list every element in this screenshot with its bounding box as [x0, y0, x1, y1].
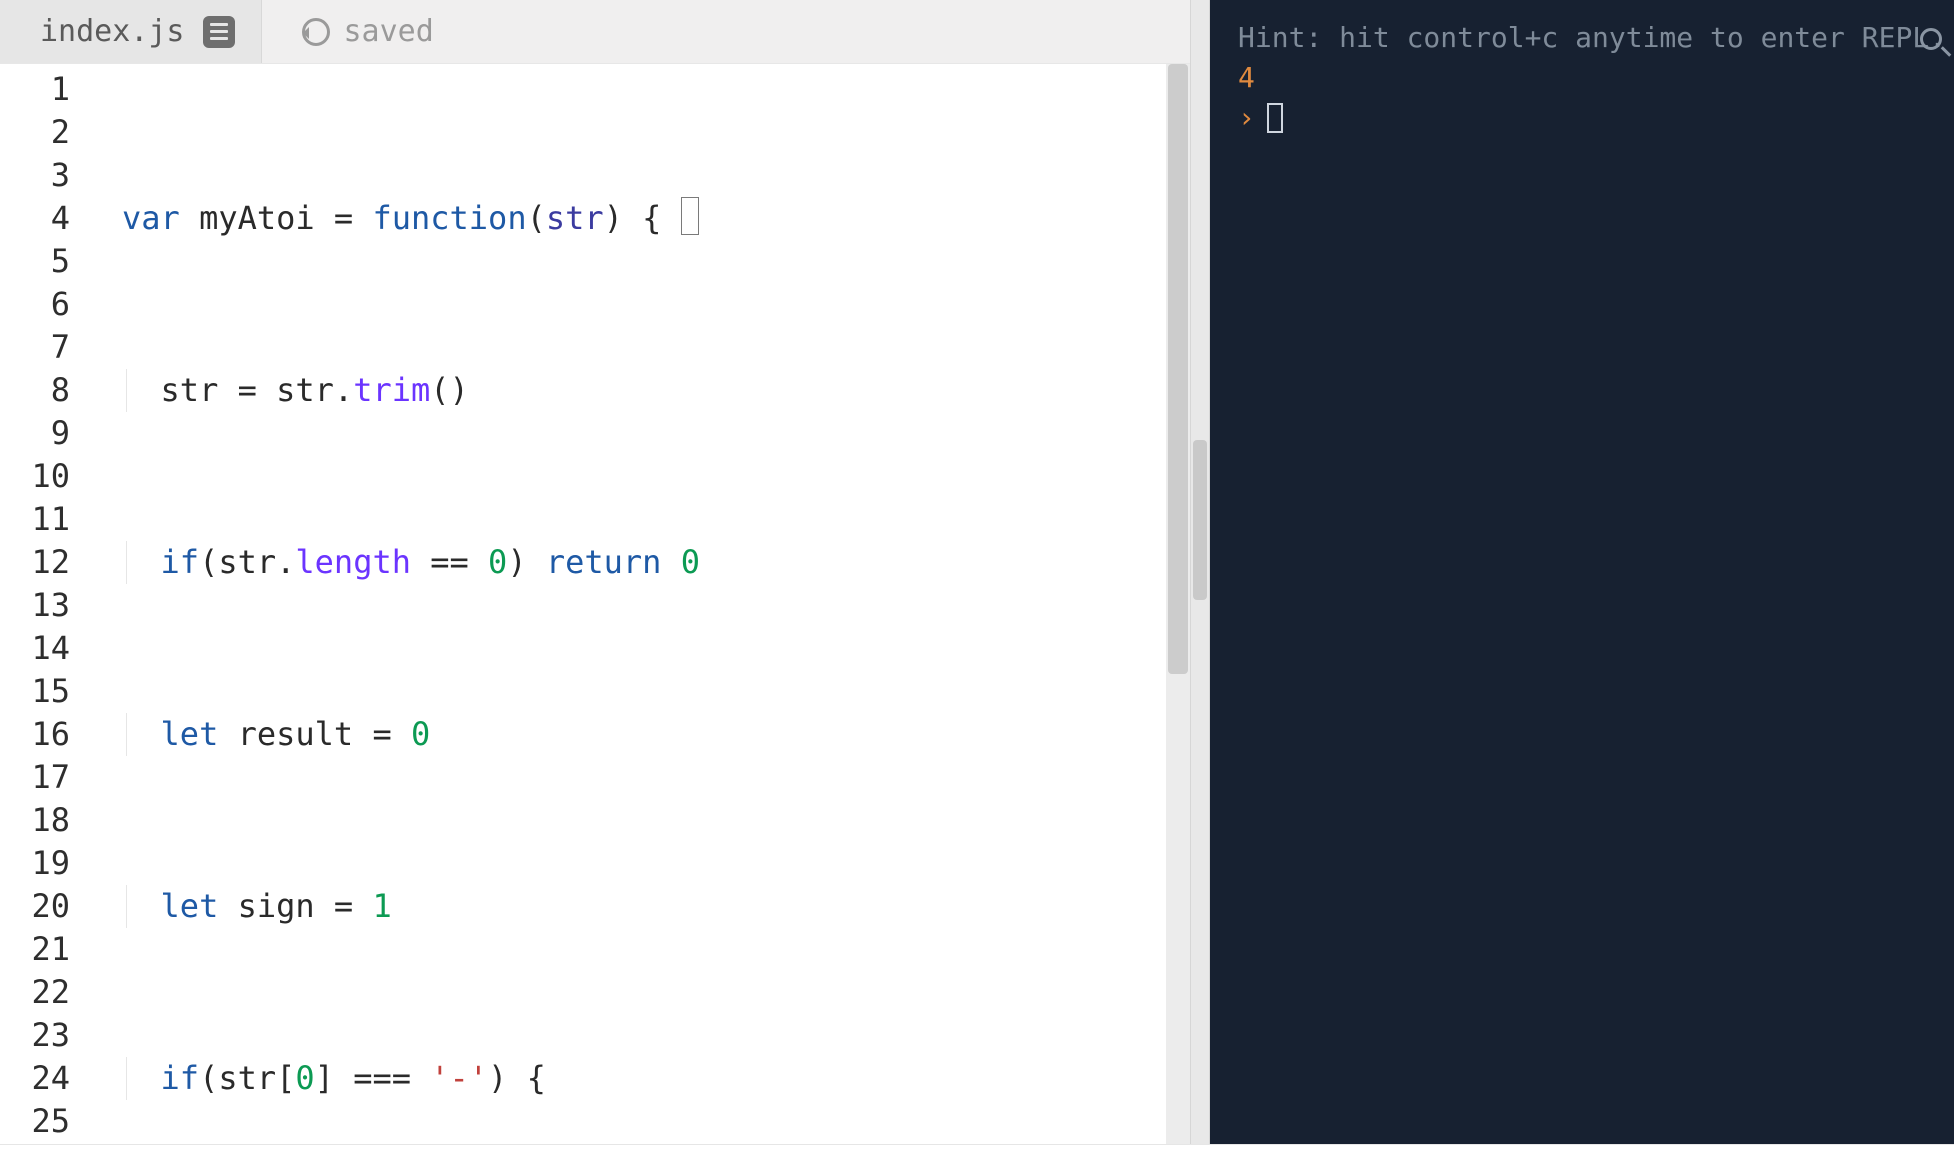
console-cursor	[1267, 103, 1283, 133]
console-pane[interactable]: Hint: hit control+c anytime to enter REP…	[1210, 0, 1954, 1176]
save-status-text: saved	[344, 14, 434, 49]
editor-scrollbar[interactable]	[1166, 64, 1190, 1176]
splitter-thumb[interactable]	[1193, 440, 1207, 600]
search-icon[interactable]	[1920, 28, 1950, 58]
console-output: 4	[1238, 58, 1946, 98]
code-content[interactable]: var myAtoi = function(str) { str = str.t…	[94, 64, 1190, 1176]
editor-pane: index.js saved 123 456 789 101112 131415…	[0, 0, 1190, 1176]
bottom-bar	[0, 1144, 1954, 1176]
code-editor[interactable]: 123 456 789 101112 131415 161718 192021 …	[0, 64, 1190, 1176]
file-tab-title: index.js	[40, 14, 185, 49]
editor-scrollbar-thumb[interactable]	[1168, 64, 1188, 674]
console-prompt: ›	[1238, 98, 1255, 138]
history-icon[interactable]	[302, 18, 330, 46]
console-hint: Hint: hit control+c anytime to enter REP…	[1238, 18, 1946, 58]
console-prompt-line[interactable]: ›	[1238, 98, 1946, 138]
file-tab[interactable]: index.js	[0, 0, 262, 63]
save-status: saved	[262, 14, 434, 49]
pane-splitter[interactable]	[1190, 0, 1210, 1176]
line-gutter: 123 456 789 101112 131415 161718 192021 …	[0, 64, 94, 1176]
tab-bar: index.js saved	[0, 0, 1190, 64]
format-icon[interactable]	[203, 16, 235, 48]
text-cursor	[681, 197, 699, 235]
